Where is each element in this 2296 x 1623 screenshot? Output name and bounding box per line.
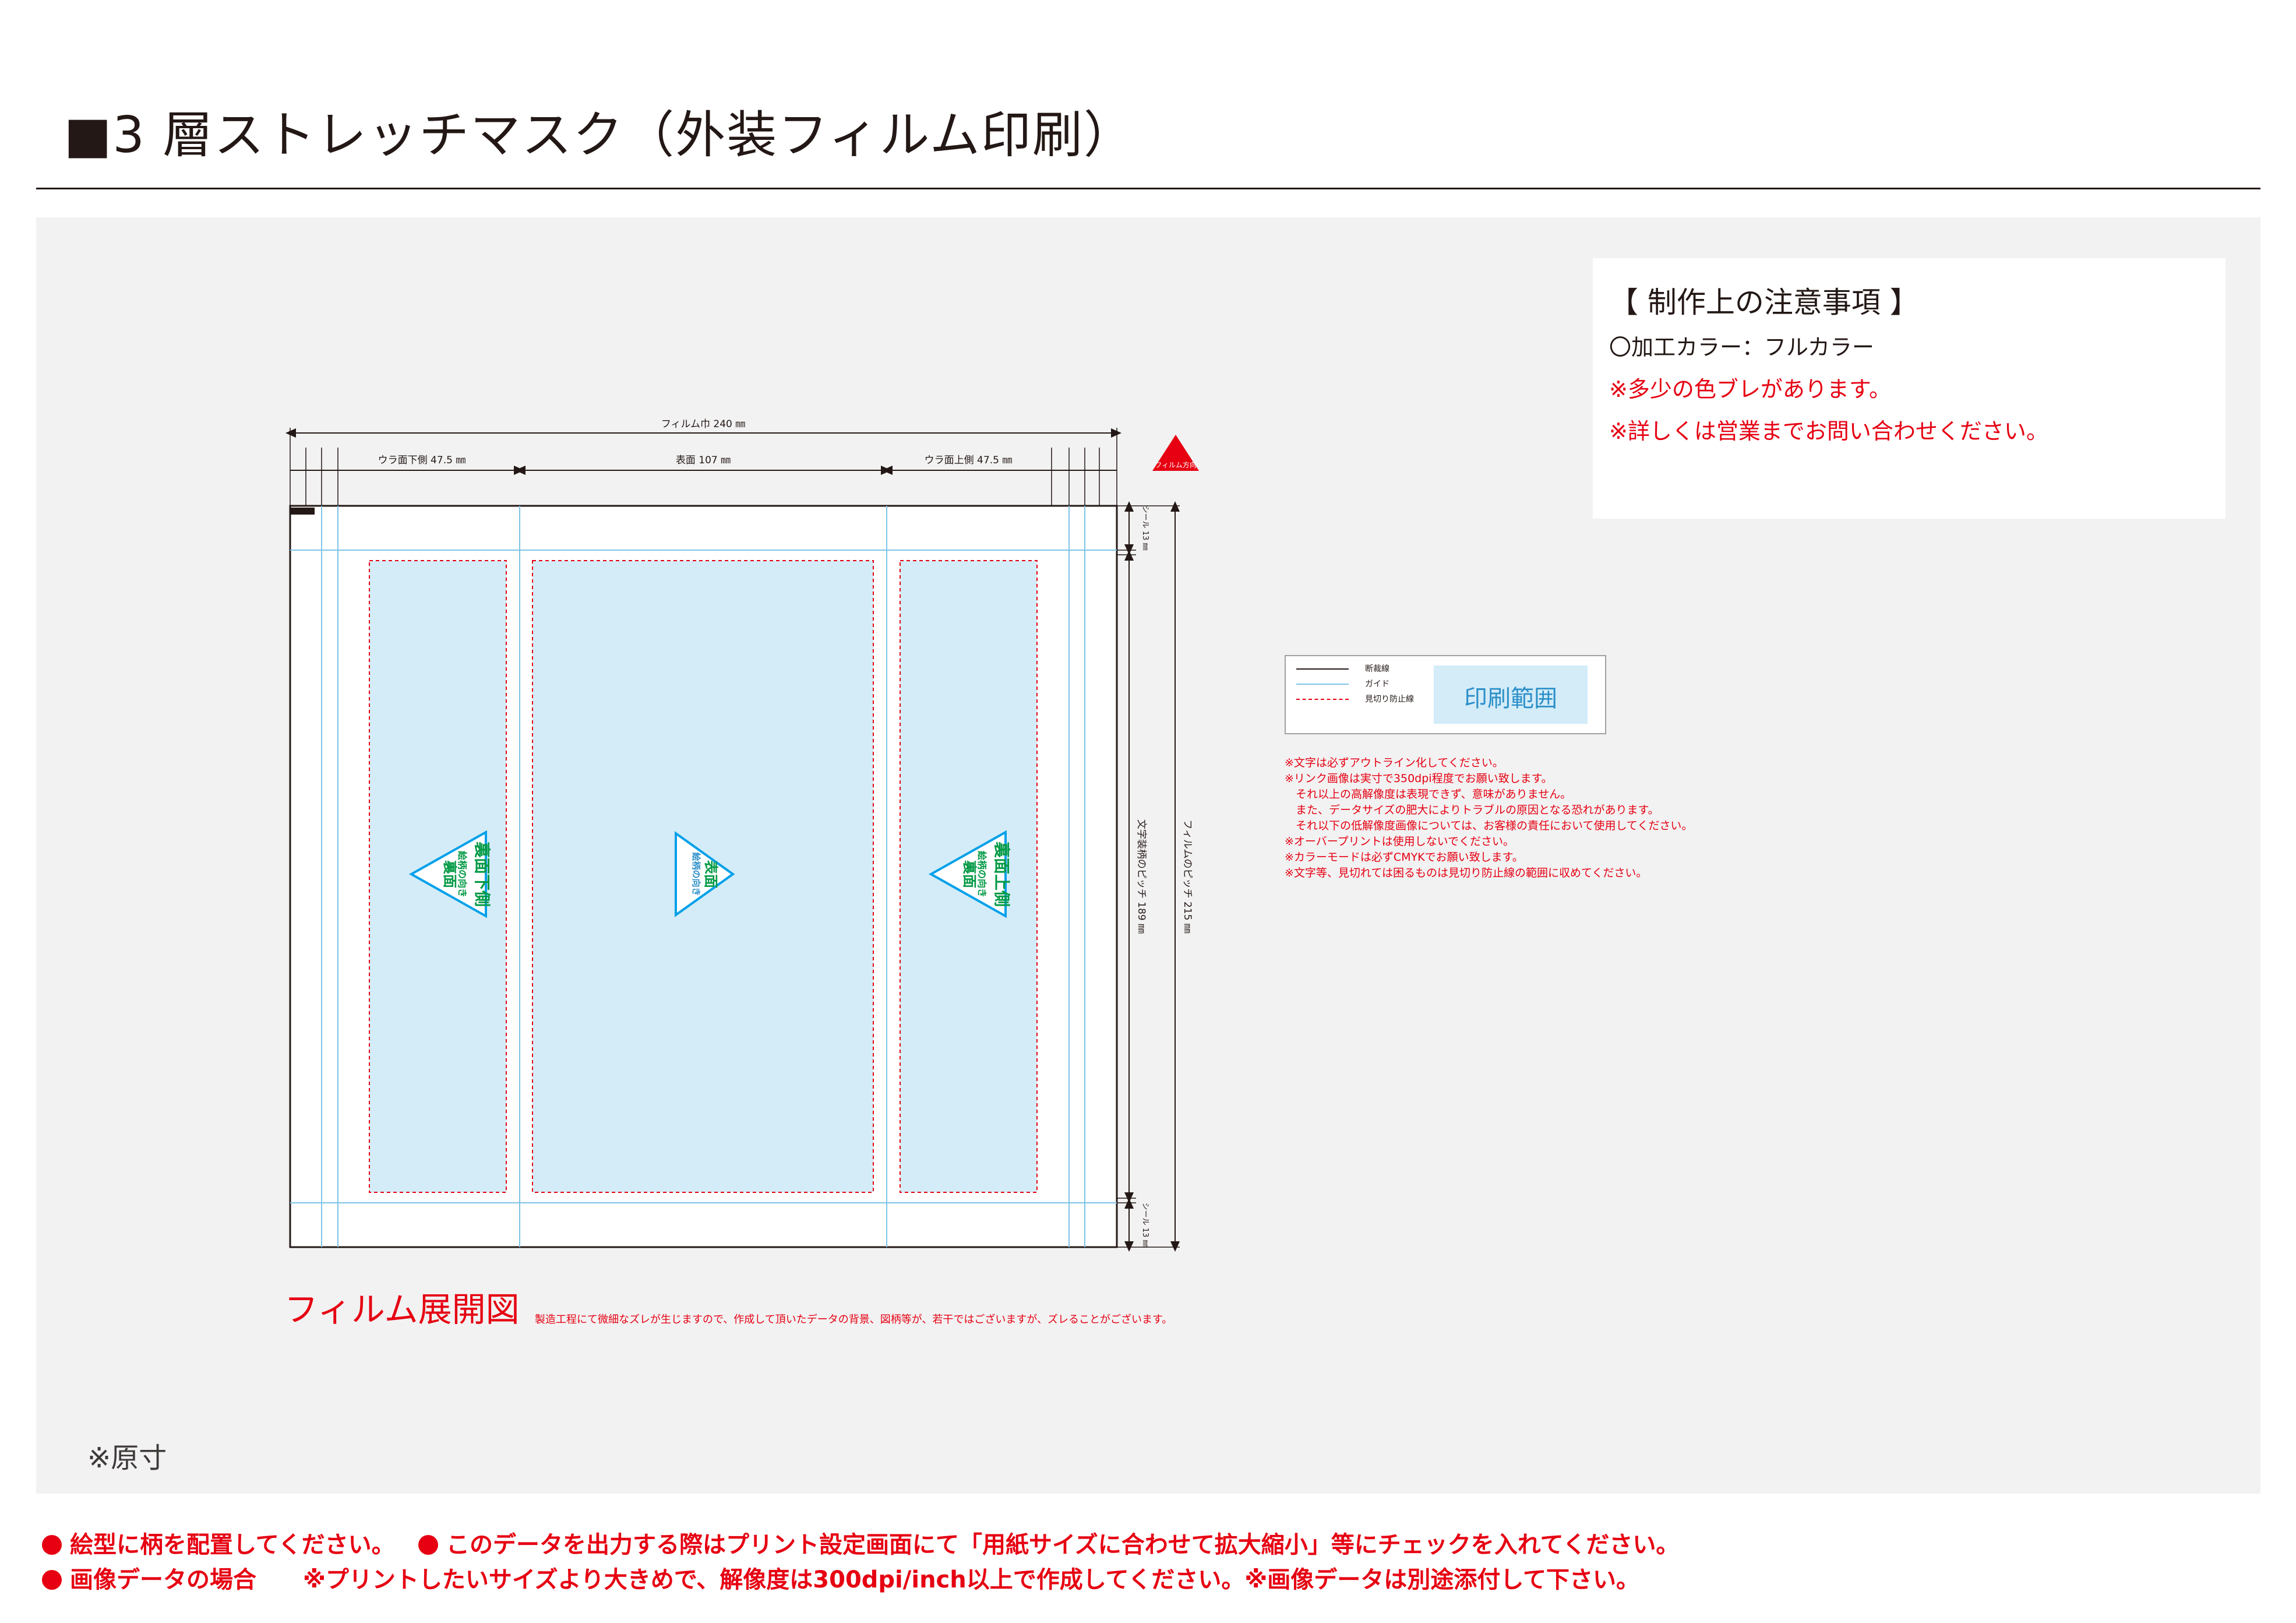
svg-text:絵柄の向き: 絵柄の向き — [691, 852, 701, 896]
svg-text:裏面上側: 裏面上側 — [992, 842, 1011, 907]
diagram-note: 製造工程にて微細なズレが生じますので、作成して頂いたデータの背景、図柄等が、若干… — [535, 1314, 1173, 1326]
page-title: ■3 層ストレッチマスク（外装フィルム印刷） — [64, 106, 1135, 164]
legend-see-through-label: 見切り防止線 — [1365, 695, 1414, 704]
bullet-icon — [418, 1535, 438, 1555]
footer-text: このデータを出力する際はプリント設定画面にて「用紙サイズに合わせて拡大縮小」等に… — [446, 1532, 1680, 1558]
seal-top-label: シール 13 ㎜ — [1141, 506, 1149, 551]
front-label: 表面 107 ㎜ — [676, 455, 731, 466]
seal-bottom-label: シール 13 ㎜ — [1141, 1203, 1149, 1248]
film-direction-label: フィルム方向 — [1155, 460, 1197, 469]
see-through-line-swatch — [1296, 699, 1349, 700]
note-color-blur: ※多少の色ブレがあります。 — [1609, 376, 1892, 402]
footer-instruction-1: 絵型に柄を配置してください。 — [42, 1526, 395, 1559]
back-bottom-label: ウラ面下側 47.5 ㎜ — [378, 455, 466, 466]
warning-item: それ以下の低解像度画像については、お客様の責任において使用してください。 — [1285, 819, 1693, 832]
bullet-icon — [42, 1535, 62, 1555]
data-warnings-list: ※文字は必ずアウトライン化してください。 ※リンク画像は実寸で350dpi程度で… — [1285, 755, 1692, 881]
svg-text:裏面: 裏面 — [442, 860, 458, 888]
back-top-label: ウラ面上側 47.5 ㎜ — [925, 455, 1013, 466]
warning-item: ※オーバープリントは使用しないでください。 — [1285, 835, 1515, 848]
guide-line-swatch — [1296, 684, 1349, 685]
actual-size-label: ※原寸 — [87, 1442, 167, 1474]
print-area-label: 印刷範囲 — [1464, 685, 1557, 712]
registration-mark — [290, 508, 315, 515]
warning-item: ※カラーモードは必ずCMYKでお願い致します。 — [1285, 851, 1523, 864]
warning-item: また、データサイズの肥大によりトラブルの原因となる恐れがあります。 — [1285, 804, 1659, 816]
svg-text:裏面: 裏面 — [961, 860, 978, 888]
legend-box: 断裁線 ガイド 見切り防止線 印刷範囲 — [1285, 655, 1606, 734]
svg-text:裏面下側: 裏面下側 — [472, 842, 492, 907]
footer-text: 画像データの場合 ※プリントしたいサイズより大きめで、解像度は300dpi/in… — [70, 1566, 1640, 1593]
cut-line-swatch — [1296, 668, 1349, 670]
production-notes-box: 【 制作上の注意事項 】 〇加工カラー：フルカラー ※多少の色ブレがあります。 … — [1593, 258, 2226, 519]
note-process-color: 〇加工カラー：フルカラー — [1609, 335, 1874, 360]
svg-text:絵柄の向き: 絵柄の向き — [457, 851, 468, 897]
diagram-title: フィルム展開図 — [284, 1290, 520, 1329]
film-pitch-label: フィルムのピッチ 215 ㎜ — [1181, 819, 1193, 934]
footer-text: 絵型に柄を配置してください。 — [70, 1532, 395, 1558]
warning-item: ※リンク画像は実寸で350dpi程度でお願い致します。 — [1285, 772, 1553, 785]
film-width-label: フィルム巾 240 ㎜ — [661, 418, 746, 430]
note-contact-sales: ※詳しくは営業までお問い合わせください。 — [1609, 418, 2048, 444]
pattern-pitch-label: 文字装柄のピッチ 189 ㎜ — [1135, 819, 1147, 934]
notes-heading: 【 制作上の注意事項 】 — [1609, 286, 1919, 319]
film-layout-diagram: フィルム巾 240 ㎜ ウラ面下側 47.5 ㎜ 表面 107 ㎜ ウラ面上側 … — [285, 418, 1199, 1252]
warning-item: それ以上の高解像度は表現できず、意味がありません。 — [1285, 788, 1572, 801]
warning-item: ※文字は必ずアウトライン化してください。 — [1285, 756, 1504, 769]
svg-text:絵柄の向き: 絵柄の向き — [976, 851, 987, 897]
legend-cut-line-label: 断裁線 — [1365, 664, 1389, 674]
footer-instruction-3: 画像データの場合 ※プリントしたいサイズより大きめで、解像度は300dpi/in… — [42, 1561, 1639, 1594]
footer-instruction-2: このデータを出力する際はプリント設定画面にて「用紙サイズに合わせて拡大縮小」等に… — [418, 1526, 1679, 1559]
svg-text:表面: 表面 — [703, 860, 719, 888]
title-divider — [36, 188, 2260, 189]
warning-item: ※文字等、見切れては困るものは見切り防止線の範囲に収めてください。 — [1285, 867, 1648, 879]
bullet-icon — [42, 1570, 62, 1590]
legend-guide-label: ガイド — [1365, 680, 1389, 689]
